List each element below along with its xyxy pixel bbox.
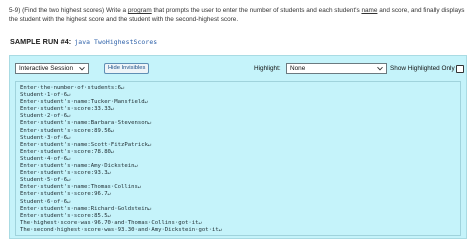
- highlight-select[interactable]: None: [286, 63, 387, 74]
- sample-run-label: SAMPLE RUN #4:: [10, 37, 72, 46]
- console-line: Enter·student's·score:33.33↵: [20, 106, 115, 113]
- console-line: The·highest·score·was·96.70·and·Thomas·C…: [20, 219, 202, 226]
- chevron-down-icon: [376, 64, 384, 73]
- console-line: Enter·student's·score:89.56↵: [20, 127, 115, 134]
- console-line: The·second·highest·score·was·93.30·and·A…: [20, 226, 223, 233]
- console-line: Enter·student's·score:96.7↵: [20, 191, 111, 198]
- sample-run-heading: SAMPLE RUN #4: java TwoHighestScores: [10, 37, 157, 46]
- highlight-select-value: None: [290, 65, 306, 72]
- sample-run-program: java TwoHighestScores: [74, 38, 158, 46]
- console-line: Student·5·of·6↵: [20, 177, 71, 184]
- problem-statement: 5-9) (Find the two highest scores) Write…: [9, 6, 467, 24]
- console-line: Student·4·of·6↵: [20, 155, 71, 162]
- highlight-label: Highlight:: [254, 65, 281, 72]
- program-link[interactable]: program: [128, 7, 152, 14]
- session-select-value: Interactive Session: [19, 65, 73, 72]
- console-line: Student·2·of·6↵: [20, 113, 71, 120]
- console-line: Student·6·of·6↵: [20, 198, 71, 205]
- console-line: Enter·student's·name:Richard·Goldstein↵: [20, 205, 152, 212]
- console-line: Enter·student's·score:85.5↵: [20, 212, 111, 219]
- console-line: Enter·student's·name:Thomas·Collins↵: [20, 184, 142, 191]
- console-line: Enter·student's·score:78.80↵: [20, 148, 115, 155]
- console-output: Enter·the·number·of·students:6↵ Student·1…: [15, 81, 461, 236]
- chevron-down-icon: [78, 64, 86, 73]
- console-line: Enter·student's·name:Amy·Dickstein↵: [20, 163, 138, 170]
- sample-run-panel: Interactive Session Hide Invisibles High…: [9, 55, 467, 239]
- show-highlighted-checkbox[interactable]: [456, 64, 464, 73]
- name-link[interactable]: name: [361, 7, 377, 14]
- console-line: Enter·student's·score:93.3↵: [20, 170, 111, 177]
- console-line: Enter·student's·name:Barbara·Stevenson↵: [20, 120, 152, 127]
- problem-middle: that prompts the user to enter the numbe…: [151, 7, 362, 14]
- console-line: Student·3·of·6↵: [20, 134, 71, 141]
- console-line: Enter·student's·name:Tucker·Mansfield↵: [20, 99, 148, 106]
- show-highlighted-label: Show Highlighted Only: [390, 65, 455, 72]
- session-select[interactable]: Interactive Session: [15, 63, 89, 74]
- console-line: Enter·the·number·of·students:6↵: [20, 85, 125, 91]
- panel-toolbar: Interactive Session Hide Invisibles High…: [10, 56, 466, 80]
- console-line: Student·1·of·6↵: [20, 92, 71, 99]
- hide-invisibles-button[interactable]: Hide Invisibles: [104, 63, 150, 74]
- problem-prefix: 5-9) (Find the two highest scores) Write…: [9, 7, 128, 14]
- console-line: Enter·student's·name:Scott·FitzPatrick↵: [20, 141, 152, 148]
